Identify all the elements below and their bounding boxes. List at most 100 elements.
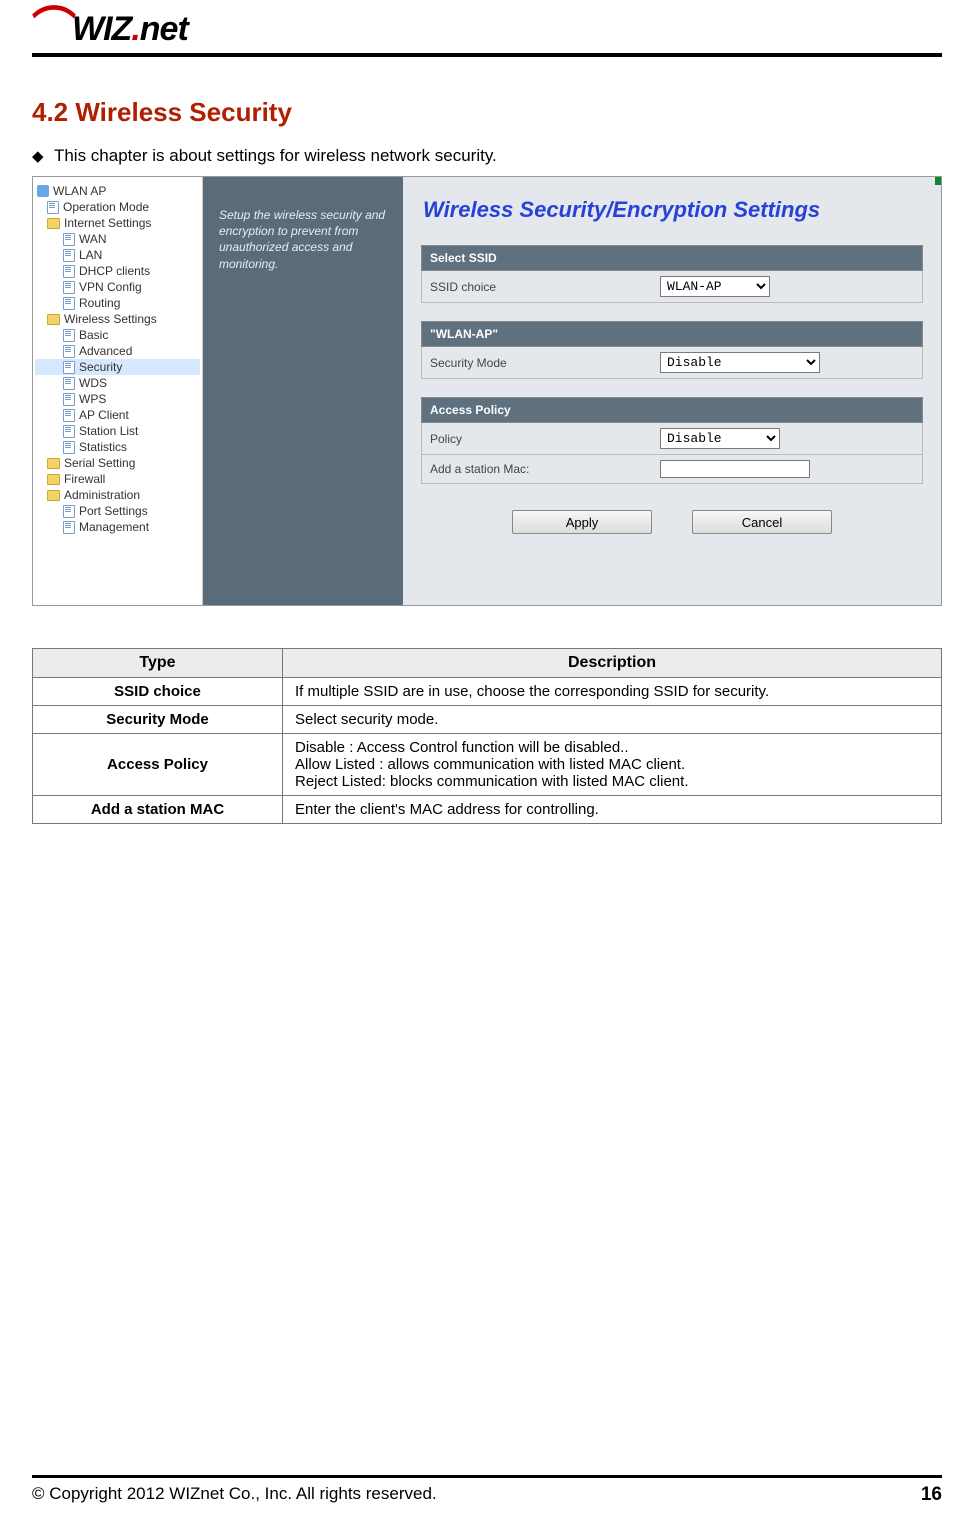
tree-item-label: WPS	[79, 392, 106, 406]
tree-item[interactable]: DHCP clients	[35, 263, 200, 279]
nav-tree[interactable]: WLAN AP Operation ModeInternet SettingsWA…	[33, 177, 203, 605]
logo: ⌒ WIZ.net	[32, 10, 942, 49]
tree-item[interactable]: Basic	[35, 327, 200, 343]
tree-item-label: Routing	[79, 296, 120, 310]
tree-item[interactable]: Internet Settings	[35, 215, 200, 231]
page-icon	[63, 521, 75, 534]
settings-panel: Wireless Security/Encryption Settings Se…	[403, 177, 941, 605]
tree-item[interactable]: Advanced	[35, 343, 200, 359]
row-security-mode: Security Mode Disable	[421, 347, 923, 379]
tree-item-label: Wireless Settings	[64, 312, 157, 326]
row-add-station-mac: Add a station Mac:	[421, 455, 923, 484]
tree-item-label: WAN	[79, 232, 107, 246]
tree-item[interactable]: LAN	[35, 247, 200, 263]
table-head-type: Type	[33, 649, 283, 678]
folder-icon	[47, 490, 60, 501]
tree-item[interactable]: Station List	[35, 423, 200, 439]
page-icon	[63, 361, 75, 374]
description-line: If multiple SSID are in use, choose the …	[295, 683, 929, 700]
header-rule	[32, 53, 942, 57]
diamond-bullet-icon: ◆	[32, 148, 44, 165]
tree-item-label: Advanced	[79, 344, 132, 358]
description-line: Allow Listed : allows communication with…	[295, 756, 929, 773]
page-icon	[63, 281, 75, 294]
table-cell-description: If multiple SSID are in use, choose the …	[283, 678, 942, 706]
tree-item[interactable]: Serial Setting	[35, 455, 200, 471]
folder-icon	[47, 458, 60, 469]
page-icon	[63, 249, 75, 262]
row-ssid-choice: SSID choice WLAN-AP	[421, 271, 923, 303]
page-icon	[63, 409, 75, 422]
tree-item[interactable]: WAN	[35, 231, 200, 247]
panel-title: Wireless Security/Encryption Settings	[423, 197, 923, 223]
section-intro: ◆ This chapter is about settings for wir…	[32, 146, 942, 166]
section-head-wlan-ap: "WLAN-AP"	[421, 321, 923, 347]
tree-item-label: AP Client	[79, 408, 129, 422]
table-cell-description: Disable : Access Control function will b…	[283, 734, 942, 796]
tree-item[interactable]: Administration	[35, 487, 200, 503]
page-icon	[63, 233, 75, 246]
security-mode-select[interactable]: Disable	[660, 352, 820, 373]
logo-dot-icon: .	[131, 10, 139, 48]
footer-copyright: © Copyright 2012 WIZnet Co., Inc. All ri…	[32, 1484, 437, 1506]
tree-item-label: WDS	[79, 376, 107, 390]
page-icon	[47, 201, 59, 214]
description-line: Reject Listed: blocks communication with…	[295, 773, 929, 790]
security-mode-label: Security Mode	[430, 356, 660, 370]
row-policy: Policy Disable	[421, 423, 923, 455]
tree-root-label: WLAN AP	[53, 184, 106, 198]
tree-item[interactable]: AP Client	[35, 407, 200, 423]
footer-rule	[32, 1475, 942, 1478]
page-footer: © Copyright 2012 WIZnet Co., Inc. All ri…	[32, 1475, 942, 1506]
table-cell-description: Enter the client's MAC address for contr…	[283, 796, 942, 824]
folder-icon	[47, 314, 60, 325]
description-line: Select security mode.	[295, 711, 929, 728]
page-header: ⌒ WIZ.net	[32, 0, 942, 57]
tree-item-label: Basic	[79, 328, 108, 342]
page-icon	[63, 345, 75, 358]
page-icon	[63, 393, 75, 406]
table-cell-type: SSID choice	[33, 678, 283, 706]
tree-item[interactable]: Routing	[35, 295, 200, 311]
ssid-choice-select[interactable]: WLAN-AP	[660, 276, 770, 297]
description-line: Enter the client's MAC address for contr…	[295, 801, 929, 818]
description-line: Disable : Access Control function will b…	[295, 739, 929, 756]
table-row: Add a station MAC Enter the client's MAC …	[33, 796, 942, 824]
page-icon	[63, 329, 75, 342]
screenshot-panel: WLAN AP Operation ModeInternet SettingsWA…	[32, 176, 942, 606]
tree-item[interactable]: Statistics	[35, 439, 200, 455]
tree-root[interactable]: WLAN AP	[35, 183, 200, 199]
logo-swoosh-icon: ⌒	[32, 16, 76, 42]
tree-item-label: DHCP clients	[79, 264, 150, 278]
tree-item[interactable]: Firewall	[35, 471, 200, 487]
tree-item[interactable]: Security	[35, 359, 200, 375]
add-station-mac-input[interactable]	[660, 460, 810, 478]
page-icon	[63, 505, 75, 518]
section-head-select-ssid: Select SSID	[421, 245, 923, 271]
description-table: Type Description SSID choiceIf multiple …	[32, 648, 942, 824]
page-icon	[63, 297, 75, 310]
tree-item-label: Statistics	[79, 440, 127, 454]
page-icon	[63, 425, 75, 438]
tree-item[interactable]: WDS	[35, 375, 200, 391]
table-row: SSID choice If multiple SSID are in use, …	[33, 678, 942, 706]
apply-button[interactable]: Apply	[512, 510, 652, 534]
tree-item[interactable]: Management	[35, 519, 200, 535]
tree-item[interactable]: VPN Config	[35, 279, 200, 295]
page-icon	[63, 377, 75, 390]
tree-item-label: Operation Mode	[63, 200, 149, 214]
table-cell-type: Add a station MAC	[33, 796, 283, 824]
page-icon	[63, 441, 75, 454]
tree-item[interactable]: Wireless Settings	[35, 311, 200, 327]
add-station-mac-label: Add a station Mac:	[430, 462, 660, 476]
logo-text-wiz: WIZ	[72, 10, 131, 48]
table-row: Access PolicyDisable : Access Control fu…	[33, 734, 942, 796]
cancel-button[interactable]: Cancel	[692, 510, 832, 534]
tree-item[interactable]: Operation Mode	[35, 199, 200, 215]
policy-select[interactable]: Disable	[660, 428, 780, 449]
tree-item[interactable]: Port Settings	[35, 503, 200, 519]
tree-item-label: Port Settings	[79, 504, 148, 518]
logo-text-net: net	[140, 10, 188, 48]
tree-item[interactable]: WPS	[35, 391, 200, 407]
tree-item-label: Management	[79, 520, 149, 534]
